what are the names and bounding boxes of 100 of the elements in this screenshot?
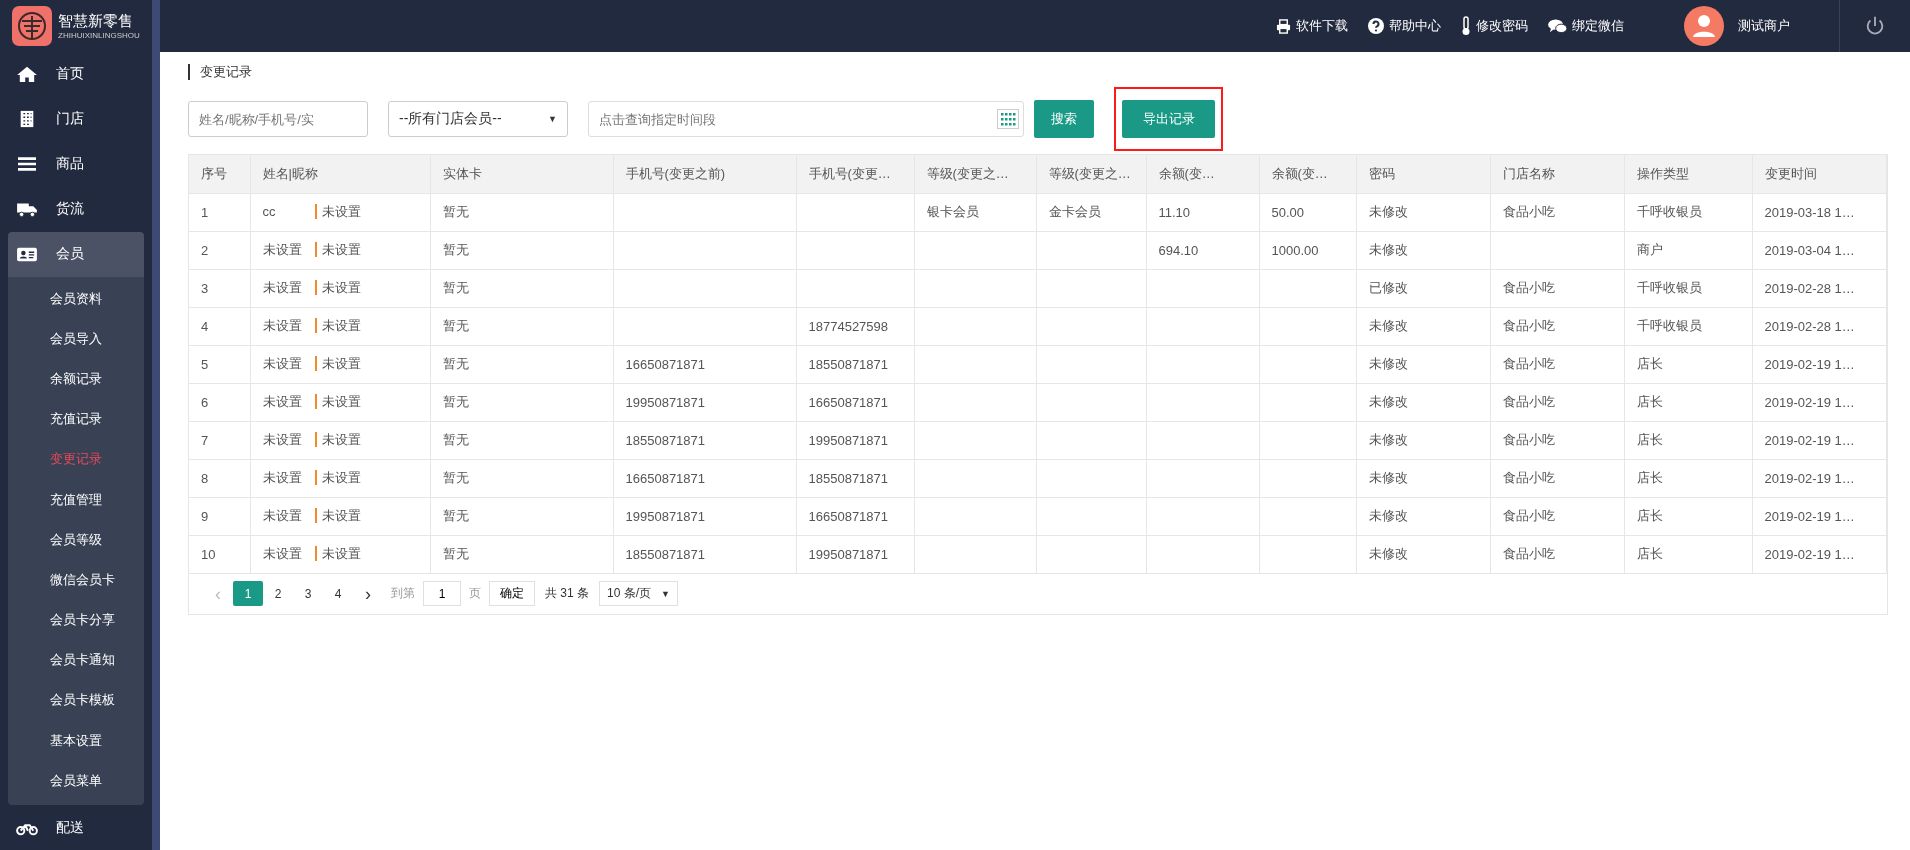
thermometer-icon bbox=[1461, 16, 1471, 36]
table-cell: 未修改 bbox=[1368, 432, 1408, 447]
table-cell: 食品小吃 bbox=[1502, 432, 1555, 447]
table-cell: 店长 bbox=[1636, 356, 1663, 371]
top-link[interactable]: 帮助中心 bbox=[1368, 16, 1441, 36]
submenu-item[interactable]: 会员导入 bbox=[8, 318, 144, 359]
table-cell: 18550871871 bbox=[808, 356, 889, 372]
user-name[interactable]: 测试商户 bbox=[1738, 17, 1790, 35]
date-range-field[interactable]: 点击查询指定时间段 bbox=[588, 101, 1024, 137]
submenu-item[interactable]: 会员卡分享 bbox=[8, 600, 144, 641]
submenu-item[interactable]: 会员卡模板 bbox=[8, 680, 144, 721]
table-cell: 食品小吃 bbox=[1502, 204, 1555, 219]
avatar-icon[interactable] bbox=[1684, 6, 1724, 46]
submenu-item[interactable]: 会员资料 bbox=[8, 278, 144, 319]
submenu-item[interactable]: 余额记录 bbox=[8, 359, 144, 400]
table-cell: 已修改 bbox=[1368, 280, 1408, 295]
table-cell: 店长 bbox=[1636, 470, 1663, 485]
page-button[interactable]: 4 bbox=[323, 581, 353, 606]
submenu-item[interactable]: 基本设置 bbox=[8, 720, 144, 761]
table-cell: 千呼收银员 bbox=[1636, 204, 1702, 219]
top-link[interactable]: 修改密码 bbox=[1461, 16, 1528, 36]
member-nickname: 未设置 bbox=[314, 470, 361, 485]
submenu-item[interactable]: 会员菜单 bbox=[8, 760, 144, 802]
table-cell: 暂无 bbox=[442, 470, 469, 485]
table-cell: 2019-02-19 1… bbox=[1764, 470, 1855, 486]
confirm-button[interactable]: 确定 bbox=[489, 581, 535, 606]
submenu-item[interactable]: 会员等级 bbox=[8, 519, 144, 560]
help-icon bbox=[1368, 18, 1384, 34]
search-field[interactable]: 姓名/昵称/手机号/实 bbox=[188, 101, 368, 137]
table-cell: 18550871871 bbox=[808, 470, 889, 486]
table-cell: 未修改 bbox=[1368, 204, 1408, 219]
logo-title: 智慧新零售 bbox=[58, 11, 134, 31]
member-name: 未设置 bbox=[262, 355, 303, 373]
power-icon[interactable] bbox=[1864, 15, 1886, 37]
submenu-item[interactable]: 微信会员卡 bbox=[8, 559, 144, 601]
column-header: 手机号(变更… bbox=[796, 155, 914, 193]
table-cell: 暂无 bbox=[442, 432, 469, 447]
table-cell: 16650871871 bbox=[808, 508, 889, 524]
member-name: 未设置 bbox=[262, 431, 303, 449]
member-name: 未设置 bbox=[262, 241, 303, 259]
table-cell: 2019-02-19 1… bbox=[1764, 394, 1855, 410]
page-button[interactable]: 2 bbox=[263, 581, 293, 606]
submenu-item[interactable]: 充值记录 bbox=[8, 399, 144, 440]
member-name: 未设置 bbox=[262, 469, 303, 487]
store-select[interactable]: --所有门店会员-- ▼ bbox=[388, 101, 568, 137]
table-cell: 16650871871 bbox=[625, 470, 706, 486]
column-header: 姓名|昵称 bbox=[250, 155, 430, 193]
logo-icon bbox=[12, 5, 52, 46]
page-size-select[interactable]: 10 条/页 ▼ bbox=[599, 581, 678, 606]
column-header: 操作类型 bbox=[1624, 155, 1752, 193]
table-cell: 暂无 bbox=[442, 242, 469, 257]
table-cell: 2019-02-19 1… bbox=[1764, 546, 1855, 562]
sidebar-item[interactable]: 货流 bbox=[8, 186, 144, 232]
list-icon bbox=[16, 155, 38, 174]
table-cell: 19950871871 bbox=[625, 508, 706, 524]
table-cell: 2019-02-19 1… bbox=[1764, 356, 1855, 372]
table-cell: 金卡会员 bbox=[1048, 204, 1101, 219]
table-cell: 694.10 bbox=[1158, 242, 1199, 258]
logo-subtitle: ZHIHUIXINLINGSHOU bbox=[58, 30, 140, 40]
table-cell: 食品小吃 bbox=[1502, 318, 1555, 333]
table-cell: 未修改 bbox=[1368, 508, 1408, 523]
page-button[interactable]: 3 bbox=[293, 581, 323, 606]
column-header: 手机号(变更之前) bbox=[613, 155, 796, 193]
submenu-item[interactable]: 充值管理 bbox=[8, 479, 144, 520]
column-header: 密码 bbox=[1356, 155, 1490, 193]
sidebar-item[interactable]: 首页 bbox=[8, 51, 144, 97]
table-cell: 11.10 bbox=[1158, 204, 1191, 220]
home-icon bbox=[16, 65, 38, 84]
table-cell: 未修改 bbox=[1368, 394, 1408, 409]
table-cell: 4 bbox=[189, 307, 250, 345]
member-name: 未设置 bbox=[262, 545, 303, 563]
member-nickname: 未设置 bbox=[314, 204, 361, 219]
sidebar-item[interactable]: 会员 bbox=[8, 231, 144, 277]
table-cell: 16650871871 bbox=[808, 394, 889, 410]
sidebar-item[interactable]: 门店 bbox=[8, 96, 144, 142]
table-cell: 食品小吃 bbox=[1502, 508, 1555, 523]
column-header: 等级(变更之… bbox=[914, 155, 1036, 193]
column-header: 门店名称 bbox=[1490, 155, 1624, 193]
page-unit-label: 页 bbox=[469, 585, 481, 602]
table-cell: 暂无 bbox=[442, 508, 469, 523]
printer-icon bbox=[1276, 18, 1291, 34]
sidebar-item[interactable]: 商品 bbox=[8, 141, 144, 187]
sidebar-item[interactable]: 配送 bbox=[8, 805, 144, 850]
page-number-field[interactable]: 1 bbox=[423, 581, 461, 606]
next-page-button[interactable]: › bbox=[353, 581, 383, 606]
table-cell: 店长 bbox=[1636, 394, 1663, 409]
table-cell: 食品小吃 bbox=[1502, 470, 1555, 485]
table-cell: 18550871871 bbox=[625, 546, 706, 562]
top-link[interactable]: 软件下载 bbox=[1276, 16, 1348, 36]
table-cell: 暂无 bbox=[442, 318, 469, 333]
table-cell: 店长 bbox=[1636, 508, 1663, 523]
table-cell: 暂无 bbox=[442, 394, 469, 409]
top-link[interactable]: 绑定微信 bbox=[1548, 16, 1624, 36]
member-nickname: 未设置 bbox=[314, 546, 361, 561]
table-cell: 50.00 bbox=[1271, 204, 1305, 220]
table-cell: 2019-02-19 1… bbox=[1764, 432, 1855, 448]
table-cell: 未修改 bbox=[1368, 470, 1408, 485]
submenu-item[interactable]: 会员卡通知 bbox=[8, 640, 144, 681]
calendar-icon[interactable] bbox=[997, 109, 1019, 129]
table-cell: 2019-03-18 1… bbox=[1764, 204, 1855, 220]
